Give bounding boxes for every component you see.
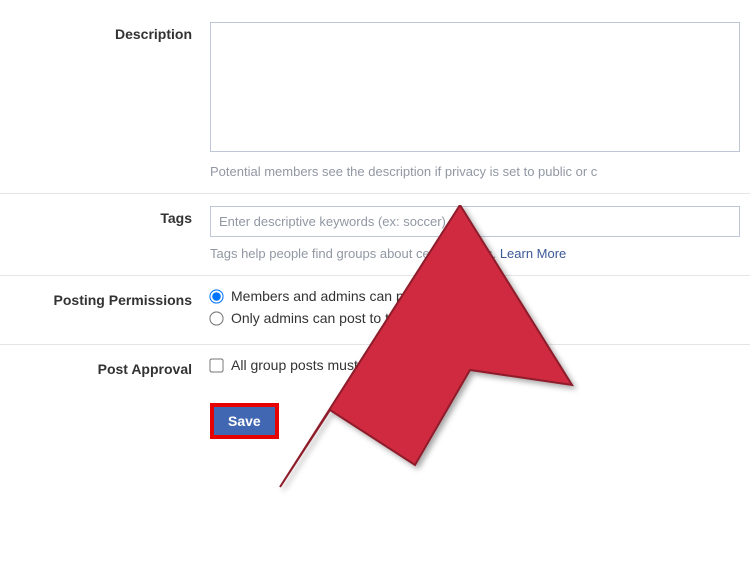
tags-row: Tags Tags help people find groups about …	[0, 194, 750, 276]
post-approval-checkbox[interactable]	[209, 358, 223, 372]
group-settings-form: Description Potential members see the de…	[0, 0, 750, 439]
house-icon	[624, 520, 652, 544]
save-button[interactable]: Save	[214, 407, 275, 435]
description-label: Description	[0, 22, 210, 42]
posting-permissions-label: Posting Permissions	[0, 288, 210, 308]
save-highlight-box: Save	[210, 403, 279, 439]
posting-option-admins[interactable]: Only admins can post to the group.	[210, 310, 740, 326]
post-approval-option[interactable]: All group posts must be approved by an a…	[210, 357, 740, 373]
description-row: Description Potential members see the de…	[0, 10, 750, 194]
posting-permissions-row: Posting Permissions Members and admins c…	[0, 276, 750, 345]
learn-more-link[interactable]: Learn More	[500, 246, 566, 261]
description-help: Potential members see the description if…	[210, 163, 740, 181]
description-textarea[interactable]	[210, 22, 740, 152]
tags-label: Tags	[0, 206, 210, 226]
post-approval-row: Post Approval All group posts must be ap…	[0, 345, 750, 391]
posting-radio-admins[interactable]	[209, 311, 223, 325]
button-row: Save	[0, 391, 750, 439]
tags-input[interactable]	[210, 206, 740, 237]
tags-help: Tags help people find groups about certa…	[210, 245, 740, 263]
posting-option-members[interactable]: Members and admins can post to the group…	[210, 288, 740, 304]
watermark: 系统之家	[624, 519, 738, 545]
posting-radio-members[interactable]	[209, 289, 223, 303]
post-approval-label: Post Approval	[0, 357, 210, 377]
